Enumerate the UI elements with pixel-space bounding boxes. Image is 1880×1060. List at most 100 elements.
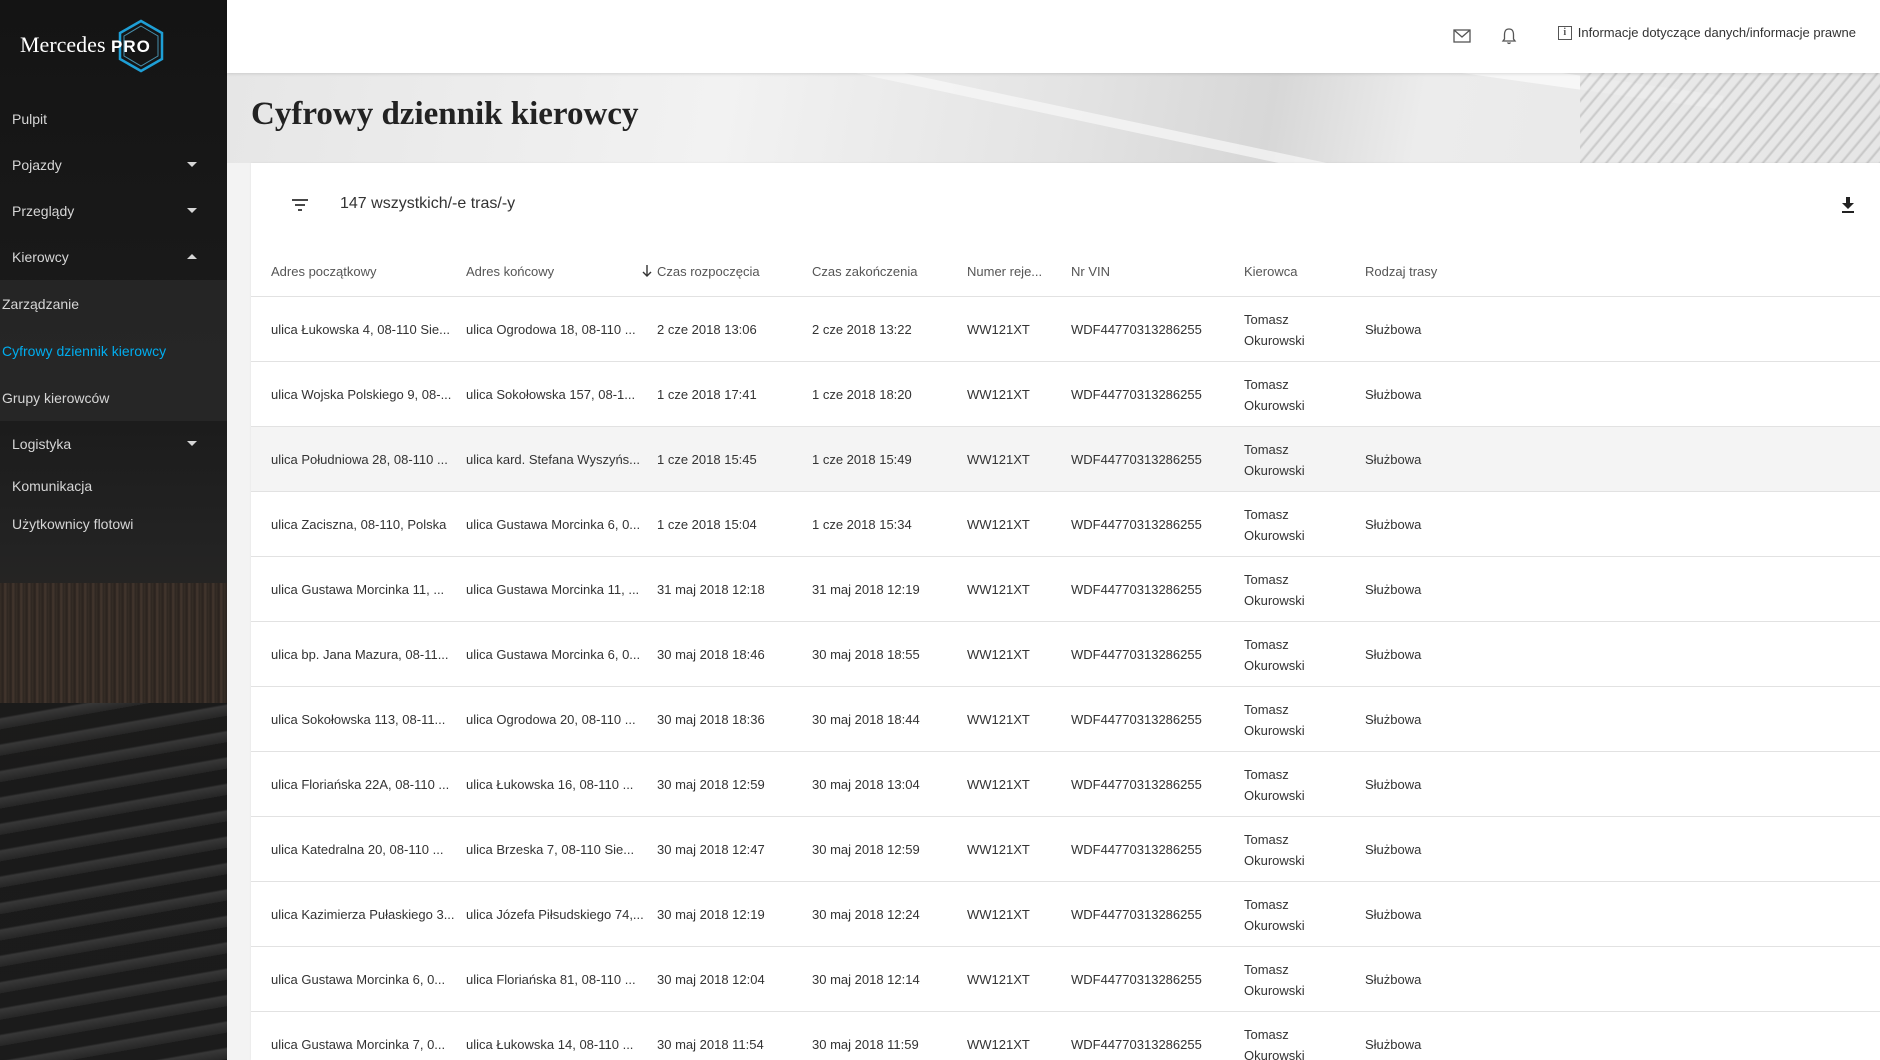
cell-start-address: ulica bp. Jana Mazura, 08-11... [271,647,449,662]
sidebar-item-label: Pulpit [12,111,48,127]
cell-driver: Tomasz Okurowski [1244,506,1305,543]
sidebar-item-zarzadzanie[interactable]: Zarządzanie [0,280,227,327]
cell-start-time: 1 cze 2018 15:45 [657,452,757,467]
cell-vin: WDF44770313286255 [1071,322,1202,337]
logo-text: Mercedes PRO [20,32,151,57]
legal-info-link[interactable]: i Informacje dotyczące danych/informacje… [1557,25,1856,40]
table-row[interactable]: ulica bp. Jana Mazura, 08-11... ulica Gus… [251,622,1880,687]
cell-end-time: 30 maj 2018 12:14 [812,972,920,987]
mercedes-pro-logo[interactable]: Mercedes PRO [20,19,170,74]
download-icon[interactable] [1840,196,1856,214]
cell-end-address: ulica Gustawa Morcinka 6, 0... [466,647,641,662]
cell-registration-number: WW121XT [967,647,1030,662]
cell-vin: WDF44770313286255 [1071,582,1202,597]
info-icon: i [1557,25,1572,40]
filter-icon[interactable] [291,197,309,213]
cell-start-address: ulica Łukowska 4, 08-110 Sie... [271,322,450,337]
cell-registration-number: WW121XT [967,1037,1030,1052]
cell-trip-type: Służbowa [1365,972,1422,987]
table-row[interactable]: ulica Katedralna 20, 08-110 ... ulica Brz… [251,817,1880,882]
cell-vin: WDF44770313286255 [1071,842,1202,857]
cell-vin: WDF44770313286255 [1071,712,1202,727]
cell-start-address: ulica Kazimierza Pułaskiego 3... [271,907,455,922]
sidebar-nav: Pulpit Pojazdy Przeglądy Kierowcy Zarządzani… [0,96,227,543]
cell-trip-type: Służbowa [1365,712,1422,727]
cell-trip-type: Służbowa [1365,907,1422,922]
table-header: Adres początkowy Adres końcowy Czas rozpoc… [251,245,1880,297]
cell-end-time: 31 maj 2018 12:19 [812,582,920,597]
cell-end-time: 1 cze 2018 18:20 [812,387,912,402]
table-row[interactable]: ulica Kazimierza Pułaskiego 3... ulica Jó… [251,882,1880,947]
cell-trip-type: Służbowa [1365,1037,1422,1052]
cell-vin: WDF44770313286255 [1071,972,1202,987]
chevron-down-icon [187,162,197,167]
column-header-numer-reje[interactable]: Numer reje... [967,245,1042,297]
column-header-czas-zakonczenia[interactable]: Czas zakończenia [812,245,918,297]
column-header-nr-vin[interactable]: Nr VIN [1071,245,1110,297]
cell-end-address: ulica Sokołowska 157, 08-1... [466,387,636,402]
cell-start-time: 30 maj 2018 12:19 [657,907,765,922]
table-row[interactable]: ulica Wojska Polskiego 9, 08-... ulica So… [251,362,1880,427]
cell-end-address: ulica Gustawa Morcinka 6, 0... [466,517,641,532]
cell-end-time: 30 maj 2018 13:04 [812,777,920,792]
cell-start-address: ulica Gustawa Morcinka 11, ... [271,582,445,597]
column-header-label: Adres początkowy [271,263,377,279]
column-header-label: Nr VIN [1071,263,1110,279]
cell-driver: Tomasz Okurowski [1244,311,1305,348]
sidebar-submenu-kierowcy: Zarządzanie Cyfrowy dziennik kierowcy Grup… [0,280,227,421]
column-header-label: Czas zakończenia [812,263,918,279]
cell-end-address: ulica Ogrodowa 20, 08-110 ... [466,712,636,727]
column-header-adres-koncowy[interactable]: Adres końcowy [466,245,554,297]
table-row[interactable]: ulica Gustawa Morcinka 6, 0... ulica Flor… [251,947,1880,1012]
table-row[interactable]: ulica Południowa 28, 08-110 ... ulica kar… [251,427,1880,492]
sidebar-item-uzytkownicy-flotowi[interactable]: Użytkownicy flotowi [0,505,227,543]
cell-vin: WDF44770313286255 [1071,907,1202,922]
column-header-kierowca[interactable]: Kierowca [1244,245,1297,297]
table-row[interactable]: ulica Sokołowska 113, 08-11... ulica Ogro… [251,687,1880,752]
sidebar-item-grupy-kierowcow[interactable]: Grupy kierowców [0,374,227,421]
cell-trip-type: Służbowa [1365,777,1422,792]
cell-trip-type: Służbowa [1365,452,1422,467]
table-row[interactable]: ulica Gustawa Morcinka 11, ... ulica Gust… [251,557,1880,622]
cell-start-address: ulica Zaciszna, 08-110, Polska [271,517,447,532]
mail-icon[interactable] [1452,26,1472,46]
sidebar-item-cyfrowy-dziennik-kierowcy[interactable]: Cyfrowy dziennik kierowcy [0,327,227,374]
cell-driver: Tomasz Okurowski [1244,766,1305,803]
cell-trip-type: Służbowa [1365,582,1422,597]
column-header-adres-poczatkowy[interactable]: Adres początkowy [271,245,377,297]
cell-start-time: 1 cze 2018 17:41 [657,387,757,402]
sidebar-item-kierowcy[interactable]: Kierowcy [0,234,227,280]
cell-end-address: ulica Brzeska 7, 08-110 Sie... [466,842,635,857]
cell-driver: Tomasz Okurowski [1244,376,1305,413]
cell-end-address: ulica Floriańska 81, 08-110 ... [466,972,636,987]
table-row[interactable]: ulica Gustawa Morcinka 7, 0... ulica Łuko… [251,1012,1880,1060]
cell-end-time: 30 maj 2018 12:24 [812,907,920,922]
sidebar-item-label: Użytkownicy flotowi [12,516,134,532]
cell-driver: Tomasz Okurowski [1244,896,1305,933]
cell-start-time: 1 cze 2018 15:04 [657,517,757,532]
sidebar-item-label: Zarządzanie [2,295,80,312]
column-header-czas-rozpoczecia[interactable]: Czas rozpoczęcia [641,245,760,297]
table-row[interactable]: ulica Łukowska 4, 08-110 Sie... ulica Ogr… [251,297,1880,362]
sidebar-background-stripes [0,703,227,1060]
sidebar-item-logistyka[interactable]: Logistyka [0,421,227,467]
chevron-up-icon [187,254,197,259]
sidebar-item-pulpit[interactable]: Pulpit [0,96,227,142]
table-row[interactable]: ulica Floriańska 22A, 08-110 ... ulica Łu… [251,752,1880,817]
cell-start-time: 30 maj 2018 12:47 [657,842,765,857]
sidebar-item-komunikacja[interactable]: Komunikacja [0,467,227,505]
column-header-rodzaj-trasy[interactable]: Rodzaj trasy [1365,245,1437,297]
table-row[interactable]: ulica Zaciszna, 08-110, Polska ulica Gust… [251,492,1880,557]
bell-icon[interactable] [1499,26,1519,46]
column-header-label: Adres końcowy [466,263,555,279]
cell-start-address: ulica Floriańska 22A, 08-110 ... [271,777,450,792]
column-header-label: Numer reje... [967,263,1043,279]
cell-driver: Tomasz Okurowski [1244,961,1305,998]
sidebar-item-pojazdy[interactable]: Pojazdy [0,142,227,188]
sidebar-item-label: Przeglądy [12,203,75,219]
cell-end-time: 30 maj 2018 18:55 [812,647,920,662]
sidebar-item-przeglady[interactable]: Przeglądy [0,188,227,234]
cell-driver: Tomasz Okurowski [1244,636,1305,673]
cell-start-address: ulica Sokołowska 113, 08-11... [271,712,446,727]
trip-count: 147 wszystkich/-e tras/-y [340,195,516,212]
